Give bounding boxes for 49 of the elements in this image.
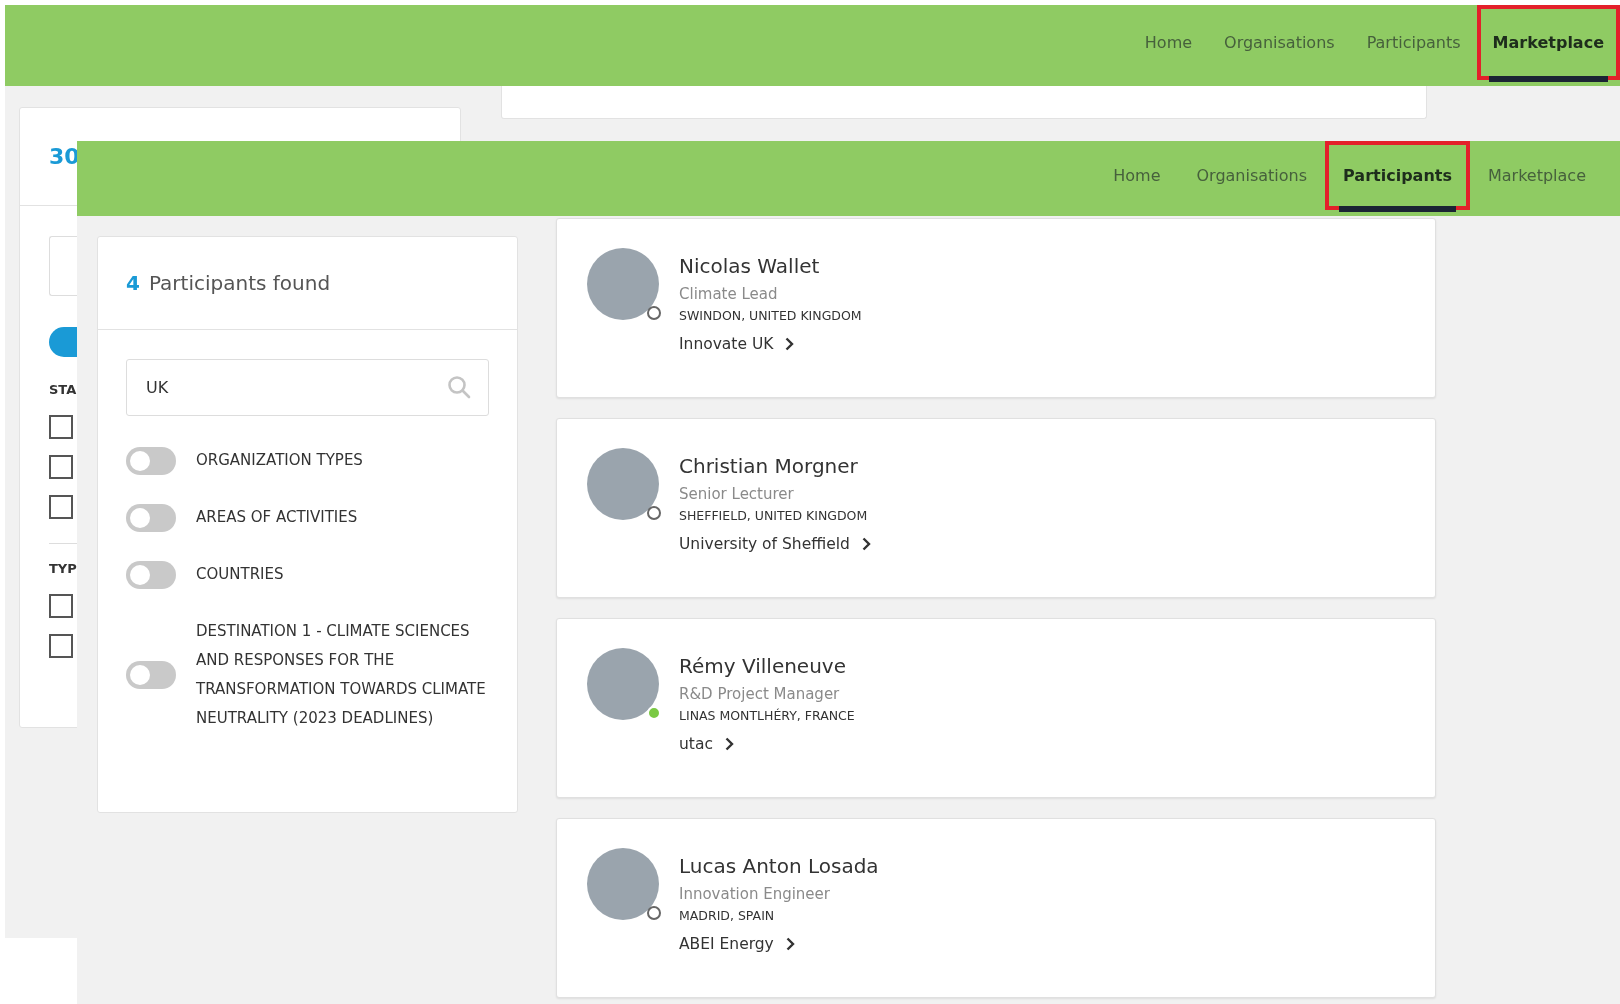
location: MADRID, SPAIN (679, 907, 776, 925)
organisation-link[interactable]: ABEI Energy (679, 935, 795, 953)
nav-link[interactable]: Organisations (1208, 5, 1351, 80)
participant-name: Lucas Anton Losada (679, 853, 879, 880)
filter-label: COUNTRIES (196, 564, 285, 585)
toggle-switch[interactable] (126, 446, 176, 475)
filter-label: ORGANIZATION TYPES (196, 450, 364, 471)
filter-heading: STA (49, 382, 77, 397)
checkbox[interactable] (49, 495, 73, 519)
checkbox[interactable] (49, 415, 73, 439)
search-field[interactable]: UK (126, 359, 489, 416)
nav-link[interactable]: Participants (1325, 141, 1470, 210)
chevron-right-icon (724, 737, 734, 751)
toggle-switch[interactable] (49, 327, 77, 357)
toggle-switch[interactable] (126, 503, 176, 532)
toggle-switch[interactable] (126, 560, 176, 589)
nav-link[interactable]: Organisations (1178, 141, 1326, 210)
nav-link[interactable]: Home (1095, 141, 1179, 210)
job-title: R&D Project Manager (679, 684, 841, 705)
toggle-switch[interactable] (126, 661, 176, 689)
filter-label: AREAS OF ACTIVITIES (196, 507, 359, 528)
job-title: Climate Lead (679, 284, 779, 305)
job-title: Innovation Engineer (679, 884, 831, 905)
nav-link[interactable]: Marketplace (1476, 5, 1620, 80)
checkbox[interactable] (49, 594, 73, 618)
nav-link[interactable]: Marketplace (1469, 141, 1604, 210)
checkbox[interactable] (49, 455, 73, 479)
chevron-right-icon (785, 337, 795, 351)
job-title: Senior Lecturer (679, 484, 795, 505)
search-icon (447, 375, 471, 399)
results-label: Participants found (148, 271, 331, 295)
results-count: 4 (126, 271, 140, 295)
chevron-right-icon (861, 537, 871, 551)
participant-name: Christian Morgner (679, 453, 859, 480)
filter-label: DESTINATION 1 - CLIMATE SCIENCES AND RESPONSES FOR THE TRANSFORMATION TOWARDS CLIMATE NEUTRALITY (2023 DEADLINES) (196, 621, 486, 729)
nav-link[interactable]: Home (1128, 5, 1209, 80)
location: LINAS MONTLHÉRY, FRANCE (679, 707, 855, 725)
location: SHEFFIELD, UNITED KINGDOM (679, 507, 869, 525)
organisation-link[interactable]: University of Sheffield (679, 535, 871, 553)
nav-link[interactable]: Participants (1350, 5, 1477, 80)
organisation-link[interactable]: Innovate UK (679, 335, 795, 353)
results-count: 30 (49, 144, 80, 169)
checkbox[interactable] (49, 634, 73, 658)
chevron-right-icon (785, 937, 795, 951)
participant-name: Rémy Villeneuve (679, 653, 847, 680)
location: SWINDON, UNITED KINGDOM (679, 307, 862, 325)
participant-name: Nicolas Wallet (679, 253, 821, 280)
filter-heading: TYP (49, 561, 77, 576)
organisation-link[interactable]: utac (679, 735, 734, 753)
